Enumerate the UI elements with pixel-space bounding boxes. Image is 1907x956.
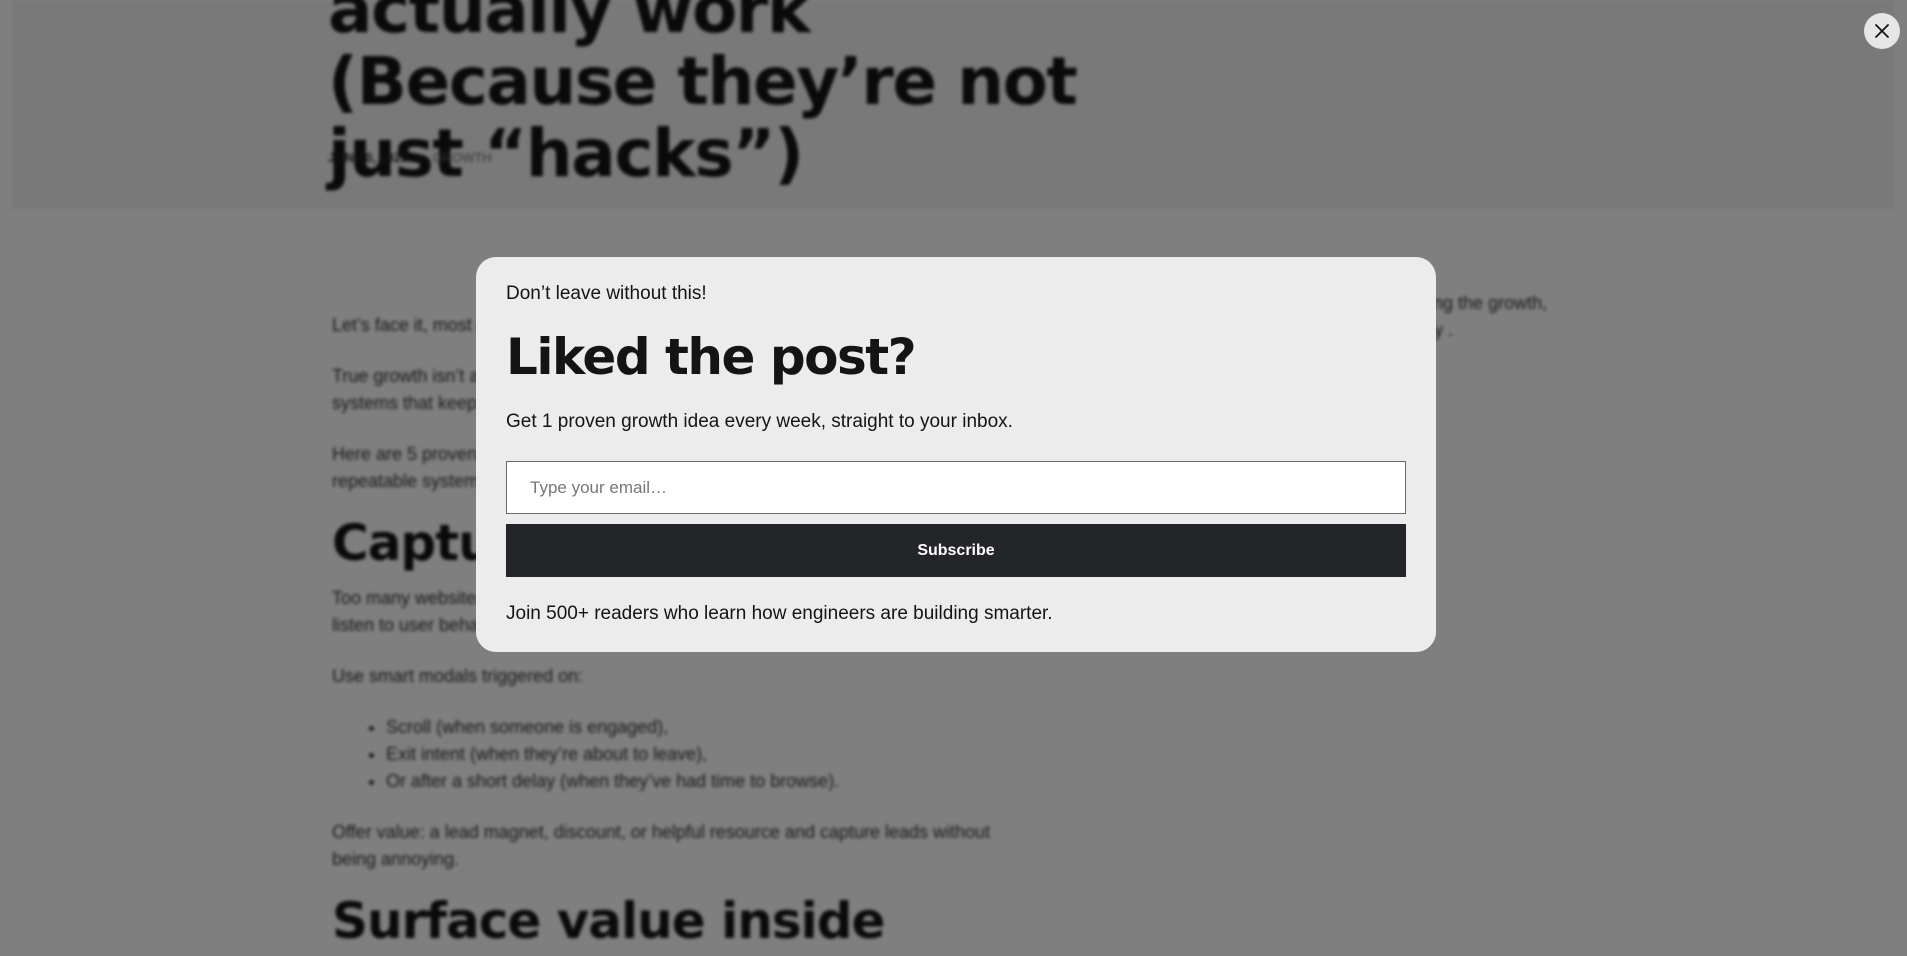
close-icon bbox=[1875, 24, 1889, 38]
modal-title: Liked the post? bbox=[506, 328, 917, 386]
email-input[interactable] bbox=[506, 461, 1406, 514]
modal-eyebrow: Don’t leave without this! bbox=[506, 283, 707, 304]
modal-footer-text: Join 500+ readers who learn how engineer… bbox=[506, 603, 1053, 624]
subscribe-modal: Don’t leave without this! Liked the post… bbox=[476, 257, 1436, 652]
modal-subtitle: Get 1 proven growth idea every week, str… bbox=[506, 411, 1013, 432]
close-button[interactable] bbox=[1864, 13, 1900, 49]
subscribe-button[interactable]: Subscribe bbox=[506, 524, 1406, 577]
